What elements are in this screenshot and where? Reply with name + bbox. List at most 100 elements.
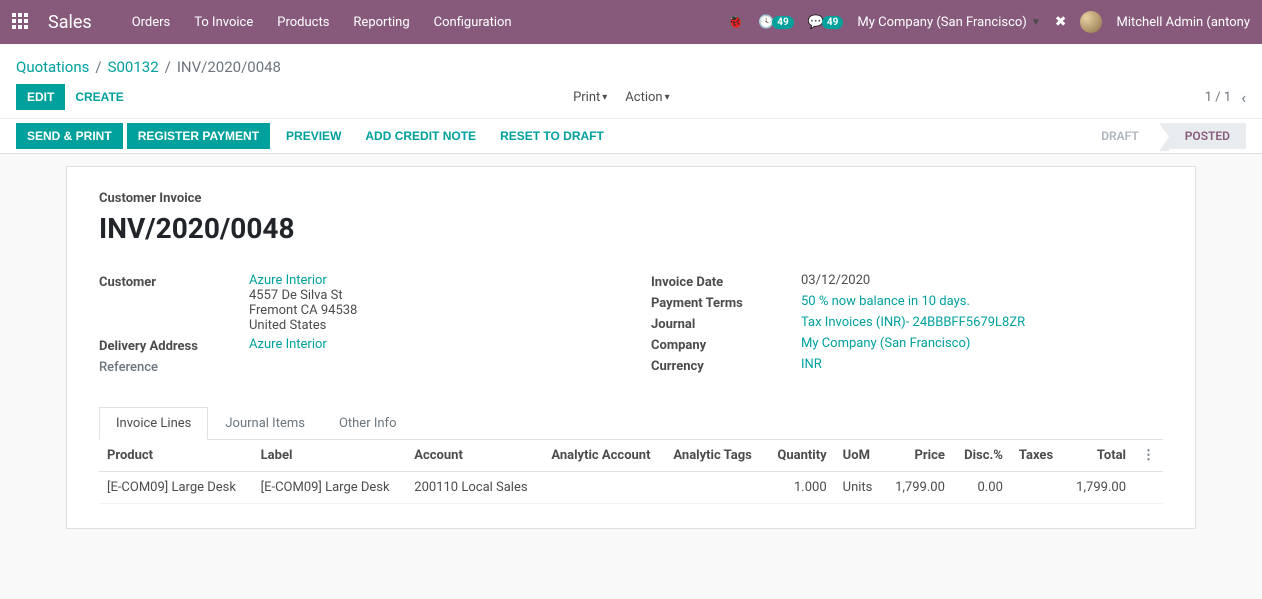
nav-links: Orders To Invoice Products Reporting Con…: [132, 15, 512, 30]
user-name[interactable]: Mitchell Admin (antony: [1116, 15, 1250, 30]
company-link[interactable]: My Company (San Francisco): [801, 336, 970, 351]
status-posted[interactable]: POSTED: [1169, 123, 1246, 149]
field-payment-terms: Payment Terms 50 % now balance in 10 day…: [651, 294, 1163, 311]
payment-terms-link[interactable]: 50 % now balance in 10 days.: [801, 294, 970, 309]
address-line-1: 4557 De Silva St: [249, 288, 357, 303]
invoice-date-value: 03/12/2020: [801, 273, 870, 288]
company-label: Company: [651, 336, 801, 353]
activities-badge: 49: [772, 16, 793, 29]
field-customer: Customer Azure Interior 4557 De Silva St…: [99, 273, 611, 333]
cell-analytic-tags: [665, 472, 765, 504]
action-dropdown[interactable]: Action▾: [625, 90, 669, 105]
breadcrumb-root[interactable]: Quotations: [16, 58, 89, 76]
journal-label: Journal: [651, 315, 801, 332]
address-line-3: United States: [249, 318, 357, 333]
th-total: Total: [1064, 440, 1134, 472]
th-analytic-tags: Analytic Tags: [665, 440, 765, 472]
reset-to-draft-button[interactable]: RESET TO DRAFT: [488, 124, 616, 148]
pager: 1 / 1 ‹: [1205, 88, 1246, 107]
field-journal: Journal Tax Invoices (INR)- 24BBBFF5679L…: [651, 315, 1163, 332]
delivery-label: Delivery Address: [99, 337, 249, 354]
currency-link[interactable]: INR: [801, 357, 822, 372]
th-analytic-account: Analytic Account: [543, 440, 665, 472]
tab-journal-items[interactable]: Journal Items: [208, 407, 322, 440]
apps-icon[interactable]: [12, 13, 30, 31]
tab-invoice-lines[interactable]: Invoice Lines: [99, 407, 208, 440]
invoice-title: INV/2020/0048: [99, 212, 1163, 245]
avatar[interactable]: [1080, 11, 1102, 33]
th-taxes: Taxes: [1011, 440, 1064, 472]
cell-taxes: [1011, 472, 1064, 504]
cell-label: [E-COM09] Large Desk: [253, 472, 407, 504]
controls-row: EDIT CREATE Print▾ Action▾ 1 / 1 ‹: [16, 84, 1246, 118]
breadcrumb: Quotations / S00132 / INV/2020/0048: [16, 52, 1246, 76]
chevron-down-icon: ▾: [602, 92, 607, 103]
cell-analytic-account: [543, 472, 665, 504]
add-credit-note-button[interactable]: ADD CREDIT NOTE: [353, 124, 488, 148]
customer-name-link[interactable]: Azure Interior: [249, 273, 357, 288]
control-panel: Quotations / S00132 / INV/2020/0048 EDIT…: [0, 44, 1262, 119]
register-payment-button[interactable]: REGISTER PAYMENT: [127, 123, 270, 149]
table-row[interactable]: [E-COM09] Large Desk [E-COM09] Large Des…: [99, 472, 1163, 504]
breadcrumb-sep: /: [165, 58, 171, 76]
center-dropdowns: Print▾ Action▾: [573, 90, 670, 105]
nav-products[interactable]: Products: [277, 15, 329, 30]
sheet-wrap: Customer Invoice INV/2020/0048 Customer …: [0, 166, 1262, 553]
payment-terms-label: Payment Terms: [651, 294, 801, 311]
send-print-button[interactable]: SEND & PRINT: [16, 123, 123, 149]
delivery-link[interactable]: Azure Interior: [249, 337, 327, 352]
th-product: Product: [99, 440, 253, 472]
nav-to-invoice[interactable]: To Invoice: [194, 15, 253, 30]
field-delivery: Delivery Address Azure Interior: [99, 337, 611, 354]
customer-value: Azure Interior 4557 De Silva St Fremont …: [249, 273, 357, 333]
breadcrumb-order[interactable]: S00132: [108, 58, 159, 76]
messages-button[interactable]: 💬 49: [808, 15, 844, 30]
customer-label: Customer: [99, 273, 249, 290]
cell-quantity: 1.000: [765, 472, 834, 504]
pager-prev-icon[interactable]: ‹: [1241, 88, 1246, 107]
th-quantity: Quantity: [765, 440, 834, 472]
address-line-2: Fremont CA 94538: [249, 303, 357, 318]
status-steps: DRAFT POSTED: [1085, 123, 1246, 149]
print-dropdown[interactable]: Print▾: [573, 90, 607, 105]
nav-reporting[interactable]: Reporting: [353, 15, 409, 30]
tabs: Invoice Lines Journal Items Other Info: [99, 407, 1163, 440]
journal-link[interactable]: Tax Invoices (INR)- 24BBBFF5679L8ZR: [801, 315, 1025, 330]
company-label: My Company (San Francisco): [857, 15, 1026, 30]
edit-button[interactable]: EDIT: [16, 84, 65, 110]
th-disc: Disc.%: [953, 440, 1011, 472]
cell-price: 1,799.00: [883, 472, 953, 504]
topnav-right: 🐞 🕓 49 💬 49 My Company (San Francisco) ▼…: [727, 11, 1250, 33]
top-nav: Sales Orders To Invoice Products Reporti…: [0, 0, 1262, 44]
sheet-subtitle: Customer Invoice: [99, 191, 1163, 206]
fields-left: Customer Azure Interior 4557 De Silva St…: [99, 273, 611, 379]
cell-disc: 0.00: [953, 472, 1011, 504]
th-label: Label: [253, 440, 407, 472]
th-account: Account: [406, 440, 543, 472]
reference-label: Reference: [99, 358, 249, 375]
field-currency: Currency INR: [651, 357, 1163, 374]
bug-icon[interactable]: 🐞: [727, 14, 744, 30]
chevron-down-icon: ▼: [1031, 17, 1041, 28]
tab-other-info[interactable]: Other Info: [322, 407, 414, 440]
company-switcher[interactable]: My Company (San Francisco) ▼: [857, 15, 1040, 30]
activities-button[interactable]: 🕓 49: [758, 15, 794, 30]
breadcrumb-sep: /: [95, 58, 101, 76]
brand[interactable]: Sales: [48, 12, 92, 33]
nav-orders[interactable]: Orders: [132, 15, 171, 30]
cell-uom: Units: [835, 472, 883, 504]
preview-button[interactable]: PREVIEW: [274, 124, 353, 148]
table-header-row: Product Label Account Analytic Account A…: [99, 440, 1163, 472]
breadcrumb-current: INV/2020/0048: [177, 58, 281, 76]
cell-empty: [1134, 472, 1163, 504]
th-options-icon[interactable]: ⋮: [1134, 440, 1163, 472]
messages-badge: 49: [822, 16, 843, 29]
status-draft[interactable]: DRAFT: [1085, 123, 1155, 149]
form-sheet: Customer Invoice INV/2020/0048 Customer …: [66, 166, 1196, 529]
create-button[interactable]: CREATE: [65, 85, 133, 109]
nav-configuration[interactable]: Configuration: [434, 15, 512, 30]
invoice-date-label: Invoice Date: [651, 273, 801, 290]
cell-total: 1,799.00: [1064, 472, 1134, 504]
tools-icon[interactable]: ✖: [1055, 14, 1067, 30]
fields-right: Invoice Date 03/12/2020 Payment Terms 50…: [651, 273, 1163, 379]
